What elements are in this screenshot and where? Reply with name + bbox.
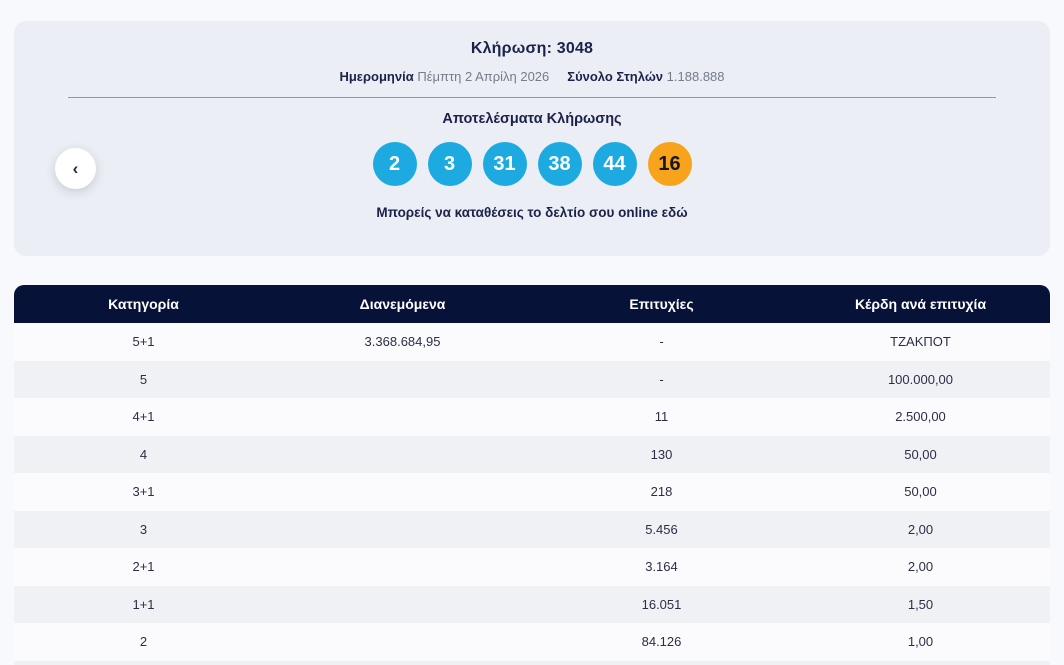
winning-number-ball: 3 [427,142,472,186]
cell-winners: 16.051 [641,596,682,612]
total-columns-label: Σύνολο Στηλών [567,69,664,84]
draw-info-card: Κλήρωση: 3048 Ημερομηνία Πέμπτη 2 Απρίλη… [14,21,1050,256]
cell-category: 5+1 [132,334,155,350]
cell-prize: 1,50 [907,596,934,612]
table-row: 5+1 3.368.684,95 - ΤΖΑΚΠΟΤ [14,323,1050,361]
winning-numbers-row: 2 3 31 38 44 16 [14,142,1050,186]
cell-winners: 130 [650,446,673,462]
table-row-partial [14,660,1050,665]
joker-number-ball: 16 [647,142,692,186]
winning-number-ball: 31 [482,142,527,186]
submit-online-link[interactable]: Μπορείς να καταθέσεις το δελτίο σου onli… [14,205,1050,220]
draw-title: Κλήρωση: 3048 [14,21,1050,58]
draw-meta: Ημερομηνία Πέμπτη 2 Απρίλη 2026 Σύνολο Στ… [14,69,1050,84]
cell-winners: 218 [650,484,673,500]
cell-prize: 100.000,00 [887,371,954,387]
draw-date-label: Ημερομηνία [339,69,414,84]
table-row: 4+1 11 2.500,00 [14,398,1050,436]
cell-winners: - [659,371,664,387]
cell-winners: - [659,334,664,350]
cell-prize: 50,00 [904,446,937,462]
draw-title-label: Κλήρωση: [470,40,553,57]
cell-category: 1+1 [132,596,155,612]
cell-category: 3+1 [132,484,155,500]
cell-category: 4 [139,446,148,462]
draw-number: 3048 [556,40,594,57]
cell-winners: 5.456 [645,521,678,537]
results-title: Αποτελέσματα Κλήρωσης [442,111,622,127]
draw-date: Ημερομηνία Πέμπτη 2 Απρίλη 2026 [339,69,549,84]
cell-winners: 11 [654,409,669,425]
cell-category: 4+1 [132,409,155,425]
draw-date-value: Πέμπτη 2 Απρίλη 2026 [417,69,550,84]
cell-prize: 2,00 [907,559,934,575]
column-header-prize: Κέρδη ανά επιτυχία [854,296,987,312]
carousel-prev-button[interactable]: ‹ [55,148,96,189]
cell-category: 2 [139,634,148,650]
table-row: 4 130 50,00 [14,435,1050,473]
table-row: 5 - 100.000,00 [14,360,1050,398]
cell-prize: 2.500,00 [895,409,946,425]
table-header-row: Κατηγορία Διανεμόμενα Επιτυχίες Κέρδη αν… [14,285,1050,323]
cell-prize: 2,00 [907,521,934,537]
total-columns: Σύνολο Στηλών 1.188.888 [567,69,724,84]
table-row: 2+1 3.164 2,00 [14,548,1050,586]
cell-category: 3 [139,521,148,537]
prize-table: Κατηγορία Διανεμόμενα Επιτυχίες Κέρδη αν… [14,285,1050,665]
cell-distributed: 3.368.684,95 [364,334,441,350]
table-row: 3 5.456 2,00 [14,510,1050,548]
column-header-distributed: Διανεμόμενα [359,296,446,312]
cell-winners: 84.126 [641,634,682,650]
table-row: 3+1 218 50,00 [14,473,1050,511]
cell-prize: 50,00 [904,484,937,500]
cell-category: 5 [139,371,148,387]
divider [68,97,996,98]
table-row: 1+1 16.051 1,50 [14,585,1050,623]
cell-winners: 3.164 [645,559,678,575]
cell-category: 2+1 [132,559,155,575]
column-header-category: Κατηγορία [108,296,179,312]
cell-prize: 1,00 [907,634,934,650]
total-columns-value: 1.188.888 [666,69,725,84]
chevron-left-icon: ‹ [72,158,79,178]
winning-number-ball: 44 [592,142,637,186]
cell-prize: ΤΖΑΚΠΟΤ [890,334,951,350]
column-header-winners: Επιτυχίες [629,296,694,312]
winning-number-ball: 2 [372,142,417,186]
table-row: 2 84.126 1,00 [14,623,1050,661]
winning-number-ball: 38 [537,142,582,186]
